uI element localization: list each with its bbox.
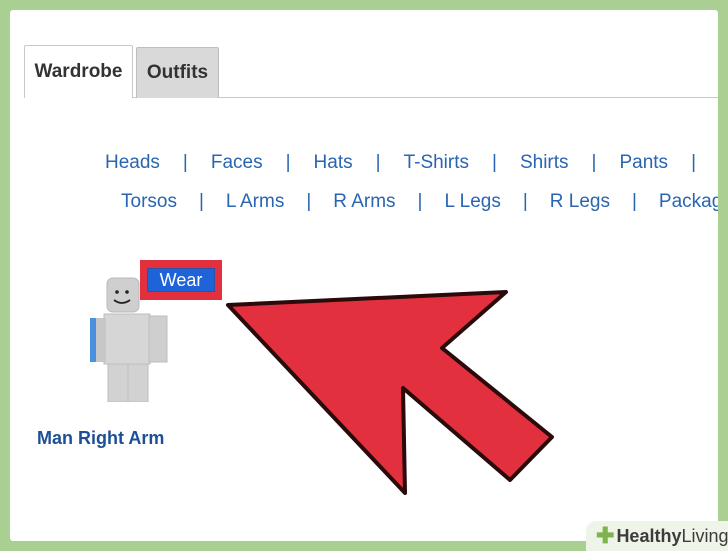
watermark-word-1: Healthy	[616, 525, 682, 546]
plus-icon: ✚	[596, 523, 615, 548]
tab-wardrobe[interactable]: Wardrobe	[24, 45, 133, 98]
watermark-word-2: Living	[681, 525, 728, 546]
healthy-living-watermark: ✚ Healthy Living	[586, 521, 728, 551]
